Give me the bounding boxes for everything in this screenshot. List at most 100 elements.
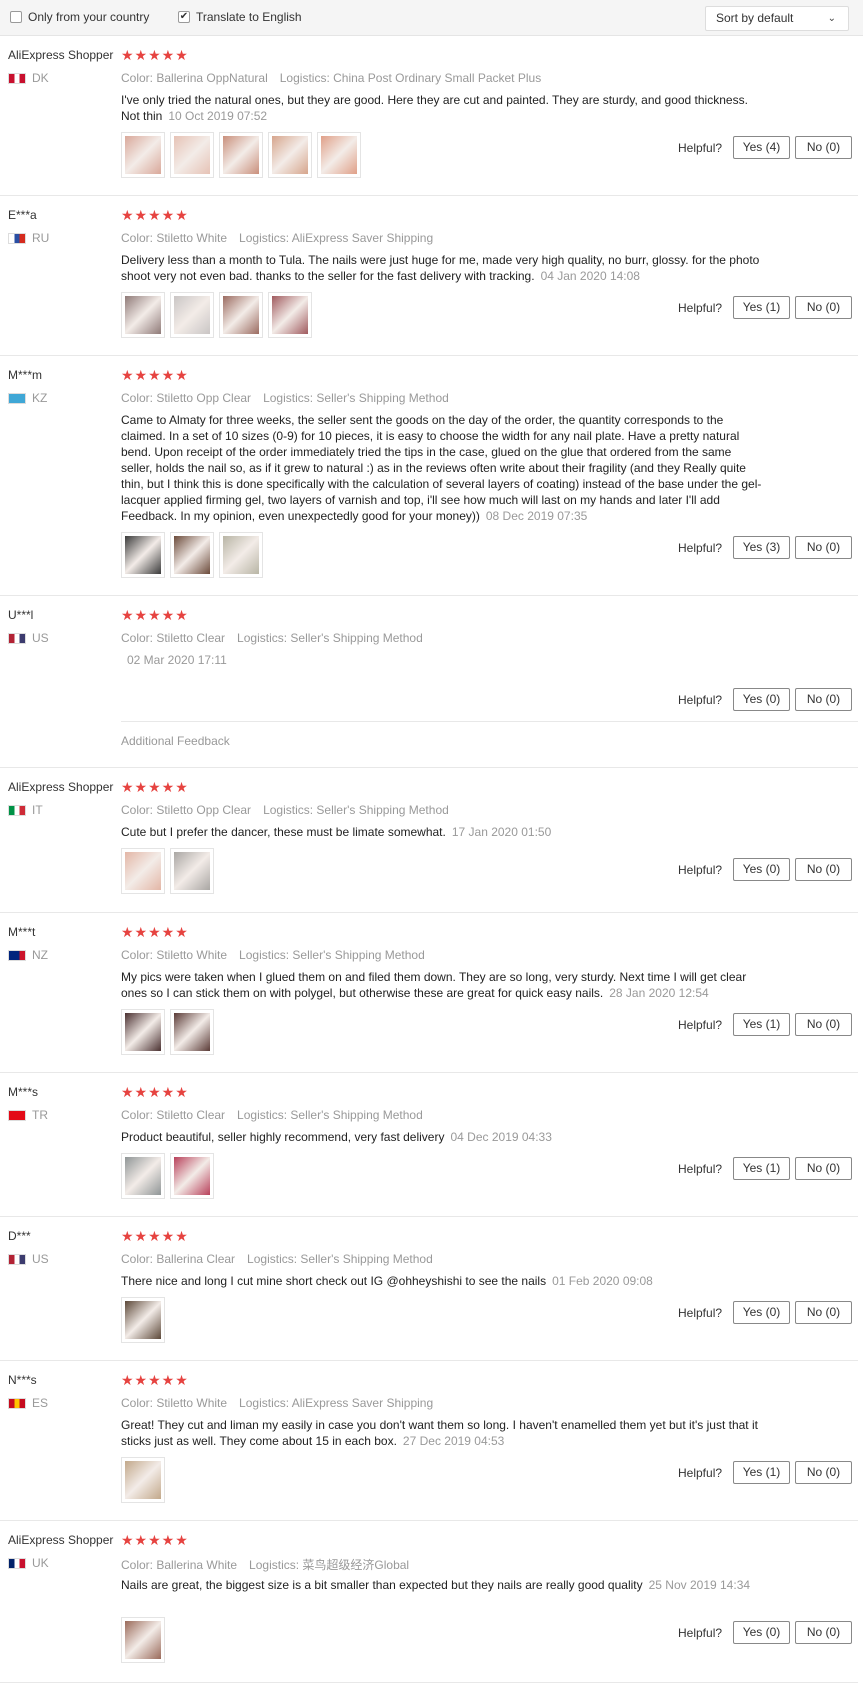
review-photo-thumbnail[interactable]	[170, 848, 214, 894]
review-photo-thumbnail[interactable]	[121, 1153, 165, 1199]
helpful-no-button[interactable]: No (0)	[795, 1013, 852, 1036]
flag-icon	[8, 1109, 26, 1121]
review-item: U***l US ★★★★★ Color: Stiletto Clear Logisti…	[0, 596, 858, 768]
product-color: Color: Stiletto White	[121, 948, 228, 962]
review-photos	[121, 1457, 170, 1503]
review-date: 17 Jan 2020 01:50	[451, 825, 552, 839]
review-photo-thumbnail[interactable]	[170, 1153, 214, 1199]
helpful-yes-button[interactable]: Yes (4)	[733, 136, 790, 159]
order-info: Color: Ballerina OppNatural Logistics: Ch…	[121, 71, 541, 85]
helpful-no-button[interactable]: No (0)	[795, 1301, 852, 1324]
review-photo-thumbnail[interactable]	[121, 1009, 165, 1055]
review-photo-thumbnail[interactable]	[219, 292, 263, 338]
review-photo-thumbnail[interactable]	[121, 1617, 165, 1663]
helpful-label: Helpful?	[678, 1162, 723, 1176]
helpful-no-button[interactable]: No (0)	[795, 1157, 852, 1180]
helpful-yes-button[interactable]: Yes (1)	[733, 1157, 790, 1180]
review-photo	[125, 536, 161, 574]
helpful-yes-button[interactable]: Yes (0)	[733, 688, 790, 711]
review-photo-thumbnail[interactable]	[170, 532, 214, 578]
order-info: Color: Stiletto Opp Clear Logistics: Sell…	[121, 391, 449, 405]
review-photo	[174, 1013, 210, 1051]
review-item: M***s TR ★★★★★ Color: Stiletto Clear Logisti…	[0, 1073, 858, 1217]
helpful-label: Helpful?	[678, 1018, 723, 1032]
reviewer-country: IT	[8, 803, 43, 817]
order-info: Color: Stiletto Opp Clear Logistics: Sell…	[121, 803, 449, 817]
helpful-no-button[interactable]: No (0)	[795, 858, 852, 881]
helpful-yes-button[interactable]: Yes (1)	[733, 1013, 790, 1036]
logistics-info: Logistics: Seller's Shipping Method	[263, 803, 449, 817]
helpful-no-button[interactable]: No (0)	[795, 1461, 852, 1484]
country-code: TR	[32, 1108, 48, 1122]
review-photo-thumbnail[interactable]	[268, 132, 312, 178]
review-photo-thumbnail[interactable]	[121, 292, 165, 338]
reviewer-name: AliExpress Shopper	[8, 48, 114, 62]
helpful-yes-button[interactable]: Yes (1)	[733, 1461, 790, 1484]
country-code: ES	[32, 1396, 49, 1410]
logistics-info: Logistics: AliExpress Saver Shipping	[239, 231, 434, 245]
helpful-no-button[interactable]: No (0)	[795, 1621, 852, 1644]
helpful-yes-button[interactable]: Yes (0)	[733, 1301, 790, 1324]
sort-dropdown[interactable]: Sort by default ⌄	[705, 6, 849, 31]
review-item: AliExpress Shopper UK ★★★★★ Color: Ballerin…	[0, 1521, 858, 1683]
review-photo	[174, 852, 210, 890]
review-date: 08 Dec 2019 07:35	[485, 509, 588, 523]
review-photo-thumbnail[interactable]	[121, 848, 165, 894]
review-photo-thumbnail[interactable]	[170, 1009, 214, 1055]
reviewer-country: US	[8, 1252, 49, 1266]
translate-checkbox[interactable]: ✔	[178, 11, 190, 23]
flag-icon	[8, 632, 26, 644]
flag-icon	[8, 949, 26, 961]
review-photo-thumbnail[interactable]	[121, 1297, 165, 1343]
reviewer-name: N***s	[8, 1373, 37, 1387]
reviewer-name: M***m	[8, 368, 43, 382]
order-info: Color: Stiletto White Logistics: AliExpre…	[121, 231, 433, 245]
product-color: Color: Ballerina Clear	[121, 1252, 236, 1266]
review-photos	[121, 848, 219, 894]
logistics-info: Logistics: AliExpress Saver Shipping	[239, 1396, 434, 1410]
reviewer-name: AliExpress Shopper	[8, 780, 114, 794]
order-info: Color: Stiletto Clear Logistics: Seller's…	[121, 1108, 423, 1122]
flag-icon	[8, 804, 26, 816]
review-photo-thumbnail[interactable]	[317, 132, 361, 178]
review-photo-thumbnail[interactable]	[121, 132, 165, 178]
helpful-yes-button[interactable]: Yes (1)	[733, 296, 790, 319]
review-photo-thumbnail[interactable]	[219, 132, 263, 178]
review-photo-thumbnail[interactable]	[170, 292, 214, 338]
reviewer-country: NZ	[8, 948, 48, 962]
helpful-no-button[interactable]: No (0)	[795, 296, 852, 319]
helpful-yes-button[interactable]: Yes (3)	[733, 536, 790, 559]
helpful-yes-button[interactable]: Yes (0)	[733, 858, 790, 881]
helpful-label: Helpful?	[678, 693, 723, 707]
reviewer-country: KZ	[8, 391, 47, 405]
country-code: DK	[32, 71, 49, 85]
helpful-no-button[interactable]: No (0)	[795, 136, 852, 159]
review-text-block: Great! They cut and liman my easily in c…	[121, 1417, 766, 1449]
reviewer-name: M***t	[8, 925, 36, 939]
review-date: 01 Feb 2020 09:08	[552, 1274, 653, 1288]
only-country-filter[interactable]: Only from your country	[10, 10, 149, 24]
review-photo-thumbnail[interactable]	[219, 532, 263, 578]
helpful-no-button[interactable]: No (0)	[795, 536, 852, 559]
flag-icon	[8, 1253, 26, 1265]
review-photo-thumbnail[interactable]	[268, 292, 312, 338]
helpful-yes-button[interactable]: Yes (0)	[733, 1621, 790, 1644]
helpful-no-button[interactable]: No (0)	[795, 688, 852, 711]
translate-filter[interactable]: ✔ Translate to English	[178, 10, 302, 24]
review-photo-thumbnail[interactable]	[121, 1457, 165, 1503]
review-photos	[121, 1297, 170, 1343]
product-color: Color: Ballerina OppNatural	[121, 71, 268, 85]
product-color: Color: Ballerina White	[121, 1558, 238, 1572]
reviewer-country: RU	[8, 231, 49, 245]
product-color: Color: Stiletto Opp Clear	[121, 391, 252, 405]
star-rating: ★★★★★	[121, 924, 189, 940]
review-photo-thumbnail[interactable]	[170, 132, 214, 178]
reviewer-name: E***a	[8, 208, 37, 222]
helpful-label: Helpful?	[678, 863, 723, 877]
only-country-checkbox[interactable]	[10, 11, 22, 23]
review-photo	[321, 136, 357, 174]
review-date: 04 Dec 2019 04:33	[450, 1130, 552, 1144]
review-photo	[125, 1461, 161, 1499]
review-text-block: There nice and long I cut mine short che…	[121, 1273, 766, 1289]
review-photo-thumbnail[interactable]	[121, 532, 165, 578]
